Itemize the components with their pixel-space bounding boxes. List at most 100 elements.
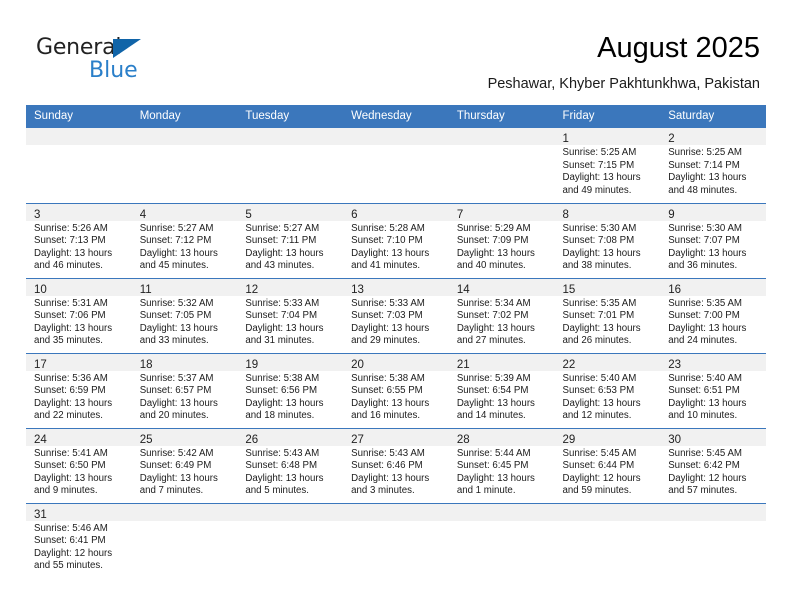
weekday-header-wednesday: Wednesday — [343, 105, 449, 128]
sunrise-time: Sunrise: 5:44 AM — [456, 447, 531, 459]
day-details: Sunrise: 5:36 AM Sunset: 6:59 PM Daylight:… — [26, 371, 132, 423]
day-number: 9 — [668, 208, 675, 221]
calendar-day-cell[interactable]: 22 Sunrise: 5:40 AM Sunset: 6:53 PM Dayligh… — [554, 352, 661, 428]
page-header: General Blue August 2025 Peshawar, Khybe… — [0, 0, 792, 105]
daylight-duration-line1: Daylight: 13 hours — [351, 322, 430, 334]
daylight-duration-line1: Daylight: 13 hours — [668, 322, 747, 334]
daylight-duration-line2: and 38 minutes. — [562, 260, 632, 272]
calendar-day-cell[interactable]: 10 Sunrise: 5:31 AM Sunset: 7:06 PM Dayligh… — [26, 277, 132, 353]
calendar-day-cell[interactable]: 25 Sunrise: 5:42 AM Sunset: 6:49 PM Dayligh… — [131, 427, 238, 503]
day-details: Sunrise: 5:30 AM Sunset: 7:07 PM Daylight:… — [660, 221, 766, 273]
calendar-day-cell[interactable]: 23 Sunrise: 5:40 AM Sunset: 6:51 PM Dayligh… — [660, 352, 766, 428]
sunrise-time: Sunrise: 5:41 AM — [34, 447, 108, 459]
day-number: 8 — [562, 208, 569, 221]
day-number: 30 — [668, 433, 682, 446]
daylight-duration-line1: Daylight: 13 hours — [668, 172, 747, 184]
sunrise-time: Sunrise: 5:36 AM — [34, 372, 108, 384]
calendar-day-cell[interactable]: 20 Sunrise: 5:38 AM Sunset: 6:55 PM Dayligh… — [343, 352, 449, 428]
calendar-day-cell[interactable]: 8 Sunrise: 5:30 AM Sunset: 7:08 PM Daylight… — [554, 202, 661, 278]
sunrise-time: Sunrise: 5:33 AM — [245, 297, 320, 309]
day-number-band: 15 — [554, 278, 661, 296]
calendar-day-cell[interactable]: 5 Sunrise: 5:27 AM Sunset: 7:11 PM Daylight… — [237, 202, 344, 278]
daylight-duration-line2: and 31 minutes. — [245, 335, 315, 347]
calendar-day-cell[interactable]: 3 Sunrise: 5:26 AM Sunset: 7:13 PM Daylight… — [26, 202, 132, 278]
sunrise-time: Sunrise: 5:27 AM — [139, 222, 214, 234]
calendar-day-cell[interactable]: 17 Sunrise: 5:36 AM Sunset: 6:59 PM Dayligh… — [26, 352, 132, 428]
day-details: Sunrise: 5:35 AM Sunset: 7:00 PM Daylight:… — [660, 296, 766, 348]
sunset-time: Sunset: 6:49 PM — [139, 460, 212, 472]
calendar-day-cell[interactable]: 13 Sunrise: 5:33 AM Sunset: 7:03 PM Dayligh… — [343, 277, 449, 353]
daylight-duration-line2: and 46 minutes. — [34, 260, 103, 272]
day-details: Sunrise: 5:38 AM Sunset: 6:56 PM Daylight:… — [237, 371, 343, 423]
calendar-day-cell[interactable]: 15 Sunrise: 5:35 AM Sunset: 7:01 PM Dayligh… — [554, 277, 661, 353]
day-number: 1 — [562, 133, 569, 145]
day-number: 12 — [245, 283, 259, 296]
calendar-day-cell[interactable]: 30 Sunrise: 5:45 AM Sunset: 6:42 PM Dayligh… — [660, 427, 766, 503]
weekday-header-thursday: Thursday — [448, 105, 555, 128]
weekday-header-tuesday: Tuesday — [237, 105, 344, 128]
day-number: 18 — [139, 358, 153, 371]
sunrise-time: Sunrise: 5:28 AM — [351, 222, 425, 234]
sunset-time: Sunset: 7:13 PM — [34, 235, 106, 247]
daylight-duration-line1: Daylight: 13 hours — [456, 322, 535, 334]
calendar-day-cell-empty — [26, 128, 132, 203]
daylight-duration-line1: Daylight: 13 hours — [456, 472, 535, 484]
sunrise-time: Sunrise: 5:27 AM — [245, 222, 320, 234]
daylight-duration-line1: Daylight: 13 hours — [139, 397, 218, 409]
logo-text-blue: Blue — [89, 58, 138, 83]
day-number: 7 — [456, 208, 464, 221]
sunset-time: Sunset: 7:10 PM — [351, 235, 423, 247]
calendar-day-cell[interactable]: 26 Sunrise: 5:43 AM Sunset: 6:48 PM Dayligh… — [237, 427, 344, 503]
sunrise-time: Sunrise: 5:33 AM — [351, 297, 425, 309]
calendar-day-cell-empty — [131, 128, 238, 203]
sunrise-time: Sunrise: 5:40 AM — [668, 372, 742, 384]
calendar-day-cell[interactable]: 19 Sunrise: 5:38 AM Sunset: 6:56 PM Dayligh… — [237, 352, 344, 428]
calendar-day-cell[interactable]: 18 Sunrise: 5:37 AM Sunset: 6:57 PM Dayligh… — [131, 352, 238, 428]
day-details: Sunrise: 5:32 AM Sunset: 7:05 PM Daylight:… — [132, 296, 238, 348]
day-number-band: 4 — [131, 203, 238, 221]
daylight-duration-line1: Daylight: 13 hours — [34, 247, 113, 259]
sunrise-time: Sunrise: 5:25 AM — [562, 147, 637, 158]
day-details: Sunrise: 5:45 AM Sunset: 6:44 PM Daylight:… — [555, 446, 661, 498]
calendar-day-cell[interactable]: 11 Sunrise: 5:32 AM Sunset: 7:05 PM Dayligh… — [131, 277, 238, 353]
daylight-duration-line1: Daylight: 13 hours — [562, 322, 641, 334]
sunrise-time: Sunrise: 5:38 AM — [245, 372, 320, 384]
calendar-day-cell[interactable]: 14 Sunrise: 5:34 AM Sunset: 7:02 PM Dayligh… — [448, 277, 555, 353]
day-details: Sunrise: 5:33 AM Sunset: 7:03 PM Daylight:… — [343, 296, 449, 348]
calendar-day-cell[interactable]: 7 Sunrise: 5:29 AM Sunset: 7:09 PM Daylight… — [448, 202, 555, 278]
day-number: 27 — [351, 433, 364, 446]
day-number-band: 23 — [660, 353, 766, 371]
general-blue-logo[interactable]: General Blue — [36, 36, 216, 86]
calendar-day-cell[interactable]: 1 Sunrise: 5:25 AM Sunset: 7:15 PM Daylight… — [554, 128, 661, 203]
day-details: Sunrise: 5:27 AM Sunset: 7:11 PM Daylight:… — [237, 221, 343, 273]
daylight-duration-line1: Daylight: 13 hours — [139, 472, 218, 484]
calendar-day-cell[interactable]: 4 Sunrise: 5:27 AM Sunset: 7:12 PM Daylight… — [131, 202, 238, 278]
sunrise-time: Sunrise: 5:29 AM — [456, 222, 531, 234]
calendar-day-cell[interactable]: 12 Sunrise: 5:33 AM Sunset: 7:04 PM Dayligh… — [237, 277, 344, 353]
calendar-day-cell[interactable]: 16 Sunrise: 5:35 AM Sunset: 7:00 PM Dayligh… — [660, 277, 766, 353]
sunrise-time: Sunrise: 5:43 AM — [351, 447, 425, 459]
daylight-duration-line1: Daylight: 13 hours — [456, 247, 535, 259]
calendar-day-cell[interactable]: 24 Sunrise: 5:41 AM Sunset: 6:50 PM Dayligh… — [26, 427, 132, 503]
calendar-week-row: 10 Sunrise: 5:31 AM Sunset: 7:06 PM Dayligh… — [26, 277, 766, 353]
calendar-day-cell[interactable]: 21 Sunrise: 5:39 AM Sunset: 6:54 PM Dayligh… — [448, 352, 555, 428]
daylight-duration-line1: Daylight: 13 hours — [562, 397, 641, 409]
sunset-time: Sunset: 6:56 PM — [245, 385, 318, 397]
calendar-day-cell[interactable]: 29 Sunrise: 5:45 AM Sunset: 6:44 PM Dayligh… — [554, 427, 661, 503]
day-number: 11 — [139, 283, 152, 296]
day-number-band — [448, 503, 555, 521]
calendar-day-cell[interactable]: 2 Sunrise: 5:25 AM Sunset: 7:14 PM Daylight… — [660, 128, 766, 203]
calendar-day-cell[interactable]: 28 Sunrise: 5:44 AM Sunset: 6:45 PM Dayligh… — [448, 427, 555, 503]
calendar-day-cell[interactable]: 6 Sunrise: 5:28 AM Sunset: 7:10 PM Daylight… — [343, 202, 449, 278]
sunset-time: Sunset: 6:46 PM — [351, 460, 423, 472]
day-number: 26 — [245, 433, 259, 446]
day-number-band — [131, 503, 238, 521]
calendar-day-cell[interactable]: 27 Sunrise: 5:43 AM Sunset: 6:46 PM Dayligh… — [343, 427, 449, 503]
daylight-duration-line1: Daylight: 13 hours — [351, 472, 430, 484]
daylight-duration-line1: Daylight: 13 hours — [139, 247, 218, 259]
calendar-day-cell[interactable]: 31 Sunrise: 5:46 AM Sunset: 6:41 PM Dayligh… — [26, 502, 132, 578]
daylight-duration-line2: and 41 minutes. — [351, 260, 421, 272]
calendar-day-cell[interactable]: 9 Sunrise: 5:30 AM Sunset: 7:07 PM Daylight… — [660, 202, 766, 278]
sunrise-time: Sunrise: 5:38 AM — [351, 372, 425, 384]
sunset-time: Sunset: 7:02 PM — [456, 310, 529, 322]
